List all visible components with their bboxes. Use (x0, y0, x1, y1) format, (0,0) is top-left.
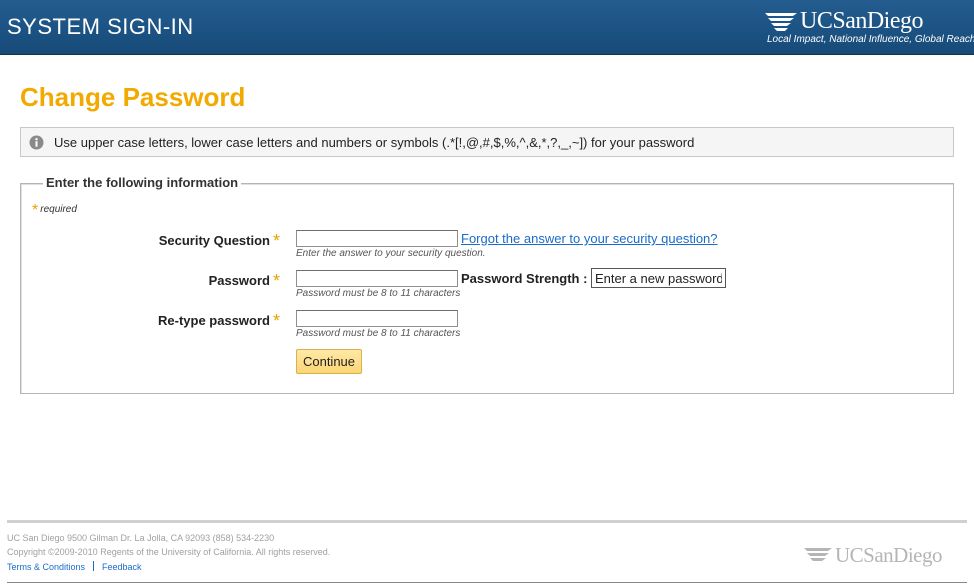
retype-password-label-text: Re-type password (158, 313, 270, 328)
password-strength-meter (591, 268, 726, 288)
security-answer-hint: Enter the answer to your security questi… (296, 248, 486, 259)
forgot-security-answer-link[interactable]: Forgot the answer to your security quest… (461, 231, 718, 246)
security-question-label: Security Question * (158, 229, 280, 251)
required-marker: * (272, 311, 280, 331)
retype-password-label: Re-type password * (158, 309, 280, 331)
password-input[interactable] (296, 270, 458, 287)
logo-wordmark: UCSanDiego (800, 8, 924, 34)
header-bar: SYSTEM SIGN-IN UCSanDiego Local Impact, … (0, 0, 974, 55)
feedback-link[interactable]: Feedback (102, 562, 142, 572)
footer-divider (7, 520, 967, 523)
footer-ucsd-logo[interactable]: UCSanDiego (803, 543, 958, 571)
required-note-text: required (40, 204, 77, 215)
footer-copyright: Copyright ©2009-2010 Regents of the Univ… (7, 547, 331, 557)
ucsd-logo[interactable]: UCSanDiego Local Impact, National Influe… (763, 8, 974, 50)
system-title: SYSTEM SIGN-IN (7, 14, 194, 39)
password-rules-text: Use upper case letters, lower case lette… (54, 135, 695, 150)
change-password-form: Enter the following information * require… (20, 175, 954, 394)
terms-link[interactable]: Terms & Conditions (7, 562, 85, 572)
retype-password-input[interactable] (296, 310, 458, 327)
required-marker: * (32, 202, 39, 219)
logo-tagline: Local Impact, National Influence, Global… (767, 34, 974, 45)
retype-password-hint: Password must be 8 to 11 characters (296, 328, 461, 339)
continue-button[interactable]: Continue (296, 349, 362, 374)
wings-icon (804, 548, 832, 561)
required-marker: * (272, 271, 280, 291)
wings-icon (765, 13, 797, 31)
footer-links: Terms & Conditions Feedback (7, 561, 142, 572)
footer-link-separator (93, 561, 95, 571)
form-legend: Enter the following information (43, 175, 242, 190)
footer-logo-wordmark: UCSanDiego (835, 543, 943, 567)
info-icon (29, 135, 44, 150)
password-hint: Password must be 8 to 11 characters (296, 288, 461, 299)
required-note: * required (32, 202, 77, 220)
password-strength-label: Password Strength : (461, 271, 588, 286)
security-answer-input[interactable] (296, 230, 458, 247)
footer-address: UC San Diego 9500 Gilman Dr. La Jolla, C… (7, 533, 275, 543)
footer-bottom-divider (7, 582, 967, 583)
required-marker: * (272, 231, 280, 251)
password-label-text: Password (208, 273, 270, 288)
password-label: Password * (208, 269, 280, 291)
page-title: Change Password (20, 82, 246, 112)
security-question-label-text: Security Question (158, 233, 270, 248)
password-rules-banner: Use upper case letters, lower case lette… (20, 127, 954, 157)
